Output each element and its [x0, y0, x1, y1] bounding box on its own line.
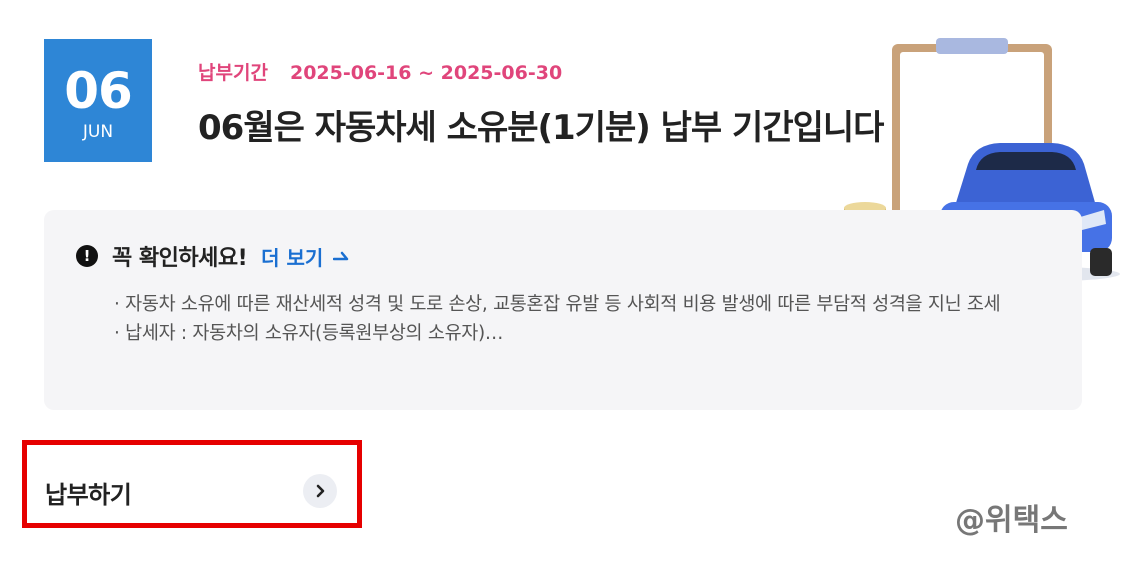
- period-label: 납부기간: [198, 62, 268, 84]
- arrow-right-icon: [333, 251, 349, 261]
- calendar-badge: 06 JUN: [44, 39, 152, 162]
- payment-period: 납부기간 2025-06-16 ~ 2025-06-30: [198, 58, 562, 85]
- more-link-label: 더 보기: [261, 245, 324, 270]
- calendar-month: JUN: [82, 122, 114, 142]
- exclamation-circle-icon: !: [76, 245, 98, 267]
- notice-title: 꼭 확인하세요!: [112, 246, 248, 271]
- notice-line: · 납세자 : 자동차의 소유자(등록원부상의 소유자)…: [114, 323, 504, 344]
- chevron-right-icon: [303, 474, 337, 508]
- pay-button[interactable]: 납부하기: [22, 440, 362, 528]
- notice-line: · 자동차 소유에 따른 재산세적 성격 및 도로 손상, 교통혼잡 유발 등 …: [114, 294, 1001, 315]
- notice-box: ! 꼭 확인하세요! 더 보기 · 자동차 소유에 따른 재산세적 성격 및 도…: [44, 210, 1082, 410]
- watermark: @위택스: [955, 503, 1068, 538]
- period-range: 2025-06-16 ~ 2025-06-30: [289, 62, 563, 84]
- calendar-day: 06: [64, 62, 133, 120]
- notice-description: · 자동차 소유에 따른 재산세적 성격 및 도로 손상, 교통혼잡 유발 등 …: [114, 290, 1034, 348]
- more-link[interactable]: 더 보기: [261, 242, 353, 271]
- page-title: 06월은 자동차세 소유분(1기분) 납부 기간입니다: [198, 108, 884, 148]
- pay-button-label: 납부하기: [45, 481, 132, 509]
- notice-header: ! 꼭 확인하세요! 더 보기: [76, 240, 353, 272]
